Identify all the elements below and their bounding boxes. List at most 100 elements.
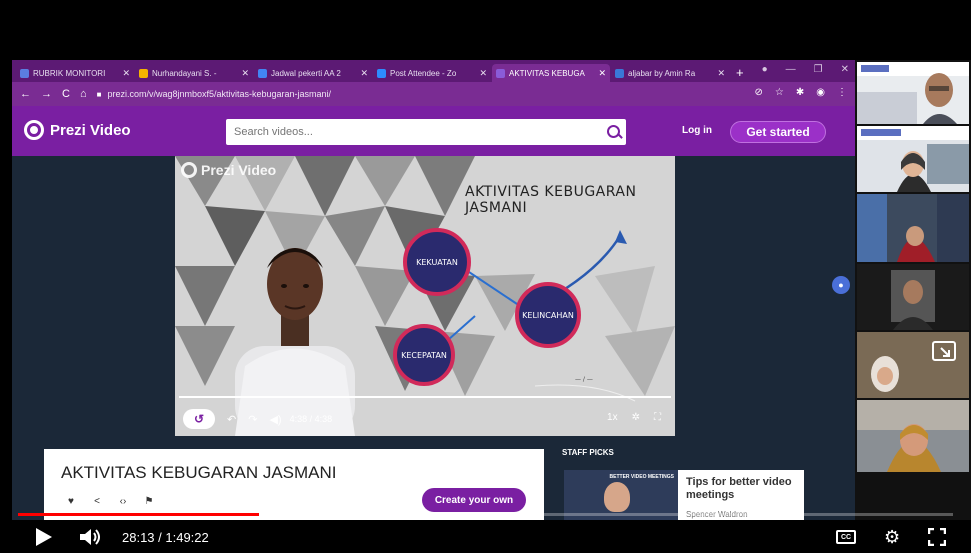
browser-tab[interactable]: Nurhandayani S. - ✕ [135, 64, 253, 82]
login-link[interactable]: Log in [682, 125, 712, 136]
share-icon[interactable]: < [90, 494, 104, 508]
url-field[interactable]: prezi.com/v/wag8jnmboxf5/aktivitas-kebug… [107, 89, 331, 99]
tab-close-icon[interactable]: ✕ [717, 68, 725, 79]
captions-icon[interactable]: CC [836, 530, 856, 544]
participant-tile[interactable] [857, 194, 969, 262]
forward-icon[interactable]: ↷ [248, 413, 257, 426]
youtube-progress-bar[interactable] [18, 513, 953, 516]
home-icon[interactable]: ⌂ [80, 88, 87, 100]
tab-close-icon[interactable]: ✕ [122, 68, 130, 79]
tab-label: aljabar by Amin Ra [628, 68, 696, 78]
browser-tab[interactable]: Jadwal pekerti AA 2 ✕ [254, 64, 372, 82]
prezi-page-body: — / — Prezi Video AKTIVITAS KEBUGARAN JA… [12, 156, 855, 520]
participant-tile[interactable] [857, 126, 969, 192]
video-controls: ↺ ↶ ↷ ◀) 4:38 / 4:38 1x ✲ ⛶ [175, 402, 675, 436]
browser-tab-strip: RUBRIK MONITORI ✕ Nurhandayani S. - ✕ Jadwal… [12, 60, 855, 82]
staff-pick-title: Tips for better video meetings [686, 476, 792, 501]
tab-close-icon[interactable]: ✕ [360, 68, 368, 79]
video-title: AKTIVITAS KEBUGARAN JASMANI [61, 463, 337, 482]
tab-label: AKTIVITAS KEBUGA [509, 68, 585, 78]
video-watermark: Prezi Video [181, 162, 276, 178]
browser-tab[interactable]: aljabar by Amin Ra ✕ [611, 64, 729, 82]
create-your-own-button[interactable]: Create your own [422, 488, 526, 512]
forward-icon[interactable]: → [41, 88, 52, 100]
participant-tile[interactable] [857, 400, 969, 472]
video-progress-bar[interactable] [179, 396, 671, 398]
tab-label: Nurhandayani S. - [152, 68, 217, 78]
mic-icon[interactable]: ● [832, 276, 850, 294]
get-started-button[interactable]: Get started [730, 121, 826, 143]
browser-tab[interactable]: AKTIVITAS KEBUGA ✕ [492, 64, 610, 82]
video-time: 4:38 / 4:38 [289, 414, 333, 424]
prezi-logo-icon [24, 120, 44, 140]
close-window-icon[interactable]: ✕ [841, 64, 849, 75]
youtube-controls: 28:13 / 1:49:22 CC ⚙ [0, 520, 971, 553]
replay-button[interactable]: ↺ [183, 409, 215, 429]
tab-close-icon[interactable]: ✕ [241, 68, 249, 79]
youtube-played-bar [18, 513, 259, 516]
bubble-kekuatan: KEKUATAN [403, 228, 471, 296]
slide-title: AKTIVITAS KEBUGARAN JASMANI [465, 184, 637, 216]
fullscreen-icon[interactable] [928, 528, 946, 546]
tab-label: Post Attendee - Zo [390, 68, 457, 78]
tab-favicon-icon [139, 68, 148, 78]
search-icon[interactable] [602, 120, 626, 144]
video-actions: ♥ < ‹› ⚑ [64, 494, 156, 508]
participant-tile[interactable] [857, 332, 969, 398]
browser-tab[interactable]: RUBRIK MONITORI ✕ [16, 64, 134, 82]
play-icon[interactable] [36, 528, 52, 546]
staff-pick-presenter [604, 482, 630, 512]
volume-icon[interactable] [80, 528, 102, 546]
staff-pick-tag: BETTER VIDEO MEETINGS [609, 474, 674, 480]
youtube-loaded-bar [259, 513, 272, 516]
camera-blocked-icon[interactable]: ⊘ [755, 87, 763, 98]
participant-panel [855, 60, 971, 520]
settings-gear-icon[interactable]: ⚙ [884, 527, 900, 548]
bookmark-star-icon[interactable]: ☆ [775, 87, 784, 98]
tab-close-icon[interactable]: ✕ [598, 68, 606, 79]
back-icon[interactable]: ← [20, 88, 31, 100]
browser-tab[interactable]: Post Attendee - Zo ✕ [373, 64, 491, 82]
participant-tile[interactable] [857, 264, 969, 330]
reload-icon[interactable]: C [62, 88, 70, 100]
bubble-kecepatan: KECEPATAN [393, 324, 455, 386]
prezi-brand-label: Prezi Video [50, 121, 131, 139]
rewind-icon[interactable]: ↶ [227, 413, 236, 426]
tab-favicon-icon [496, 68, 505, 78]
flag-icon[interactable]: ⚑ [142, 494, 156, 508]
prezi-header: Prezi Video Log in Get started [12, 106, 855, 156]
fullscreen-icon[interactable]: ⛶ [654, 412, 661, 423]
extension-icon[interactable]: ✱ [796, 87, 804, 98]
volume-icon[interactable]: ◀) [269, 413, 281, 426]
video-watermark-label: Prezi Video [201, 162, 277, 178]
youtube-time: 28:13 / 1:49:22 [122, 530, 209, 545]
restore-icon[interactable]: ❐ [814, 64, 823, 75]
prezi-watermark-icon [181, 162, 197, 178]
staff-picks-heading: STAFF PICKS [562, 448, 614, 457]
tab-close-icon[interactable]: ✕ [479, 68, 487, 79]
tab-favicon-icon [377, 68, 386, 78]
search-input[interactable] [226, 119, 602, 145]
menu-kebab-icon[interactable]: ⋮ [837, 87, 847, 98]
tab-favicon-icon [20, 68, 29, 78]
new-tab-button[interactable]: + [736, 65, 744, 80]
minimize-icon[interactable]: — [786, 64, 796, 75]
search-box [226, 119, 626, 145]
video-player[interactable]: — / — Prezi Video AKTIVITAS KEBUGARAN JA… [175, 156, 675, 436]
bubble-kelincahan: KELINCAHAN [515, 282, 581, 348]
settings-icon[interactable]: ✲ [632, 412, 640, 423]
shared-screen: RUBRIK MONITORI ✕ Nurhandayani S. - ✕ Jadwal… [12, 60, 855, 520]
avatar[interactable]: ◉ [816, 87, 825, 98]
participant-tile[interactable] [857, 62, 969, 124]
profile-icon[interactable]: ● [762, 64, 768, 75]
prezi-logo[interactable]: Prezi Video [24, 120, 131, 140]
lock-icon: ■ [96, 89, 102, 99]
like-heart-icon[interactable]: ♥ [64, 494, 78, 508]
youtube-player: RUBRIK MONITORI ✕ Nurhandayani S. - ✕ Jadwal… [0, 0, 971, 553]
tab-favicon-icon [615, 68, 624, 78]
embed-icon[interactable]: ‹› [116, 494, 130, 508]
playback-speed[interactable]: 1x [607, 412, 618, 423]
video-info-card: AKTIVITAS KEBUGARAN JASMANI ♥ < ‹› ⚑ Cre… [44, 449, 544, 520]
tab-favicon-icon [258, 68, 267, 78]
window-controls: ● — ❐ ✕ [762, 64, 849, 75]
